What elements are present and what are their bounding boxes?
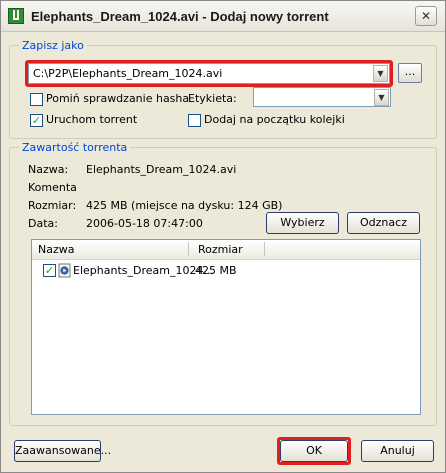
- file-list[interactable]: Nazwa Rozmiar ✓ Elephants_Dream_1024... …: [31, 239, 421, 415]
- utorrent-icon: [8, 8, 24, 24]
- close-button[interactable]: ✕: [415, 6, 437, 26]
- ok-button[interactable]: OK: [280, 440, 348, 462]
- skip-hash-label: Pomiń sprawdzanie hasha: [46, 92, 190, 105]
- file-name: Elephants_Dream_1024...: [73, 264, 214, 277]
- file-list-header: Nazwa Rozmiar: [32, 240, 420, 260]
- chevron-down-icon[interactable]: ▼: [374, 89, 389, 106]
- browse-button[interactable]: ...: [398, 63, 422, 83]
- save-path-value: C:\P2P\Elephants_Dream_1024.avi: [33, 67, 223, 80]
- size-value: 425 MB (miejsce na dysku: 124 GB): [86, 199, 283, 212]
- date-key: Data:: [28, 217, 58, 230]
- column-divider[interactable]: [264, 242, 265, 256]
- file-size: 425 MB: [195, 264, 237, 277]
- window-title: Elephants_Dream_1024.avi - Dodaj nowy to…: [31, 9, 329, 24]
- skip-hash-checkbox[interactable]: [30, 93, 43, 106]
- label-field-label: Etykieta:: [188, 92, 237, 105]
- add-top-queue-label: Dodaj na początku kolejki: [204, 113, 345, 126]
- torrent-contents-legend: Zawartość torrenta: [22, 141, 128, 154]
- start-torrent-checkbox[interactable]: ✓: [30, 114, 43, 127]
- add-top-queue-checkbox[interactable]: [188, 114, 201, 127]
- name-key: Nazwa:: [28, 163, 69, 176]
- column-size[interactable]: Rozmiar: [198, 243, 243, 256]
- column-name[interactable]: Nazwa: [38, 243, 74, 256]
- name-value: Elephants_Dream_1024.avi: [86, 163, 237, 176]
- deselect-all-button[interactable]: Odznacz: [347, 212, 420, 234]
- add-torrent-dialog: Elephants_Dream_1024.avi - Dodaj nowy to…: [0, 0, 446, 473]
- chevron-down-icon[interactable]: ▼: [373, 65, 388, 82]
- date-value: 2006-05-18 07:47:00: [86, 217, 203, 230]
- select-all-button[interactable]: Wybierz: [266, 212, 339, 234]
- label-combobox[interactable]: ▼: [253, 87, 391, 107]
- cancel-button[interactable]: Anuluj: [361, 440, 434, 462]
- advanced-button[interactable]: Zaawansowane...: [14, 440, 111, 462]
- file-checkbox[interactable]: ✓: [43, 264, 56, 277]
- video-file-icon: [58, 263, 71, 278]
- save-path-combobox[interactable]: C:\P2P\Elephants_Dream_1024.avi ▼: [28, 63, 390, 84]
- start-torrent-label: Uruchom torrent: [46, 113, 138, 126]
- size-key: Rozmiar:: [28, 199, 77, 212]
- column-divider[interactable]: [188, 242, 189, 256]
- save-as-legend: Zapisz jako: [22, 39, 84, 52]
- title-bar: Elephants_Dream_1024.avi - Dodaj nowy to…: [1, 1, 445, 32]
- comment-key: Komentarz:: [28, 181, 76, 194]
